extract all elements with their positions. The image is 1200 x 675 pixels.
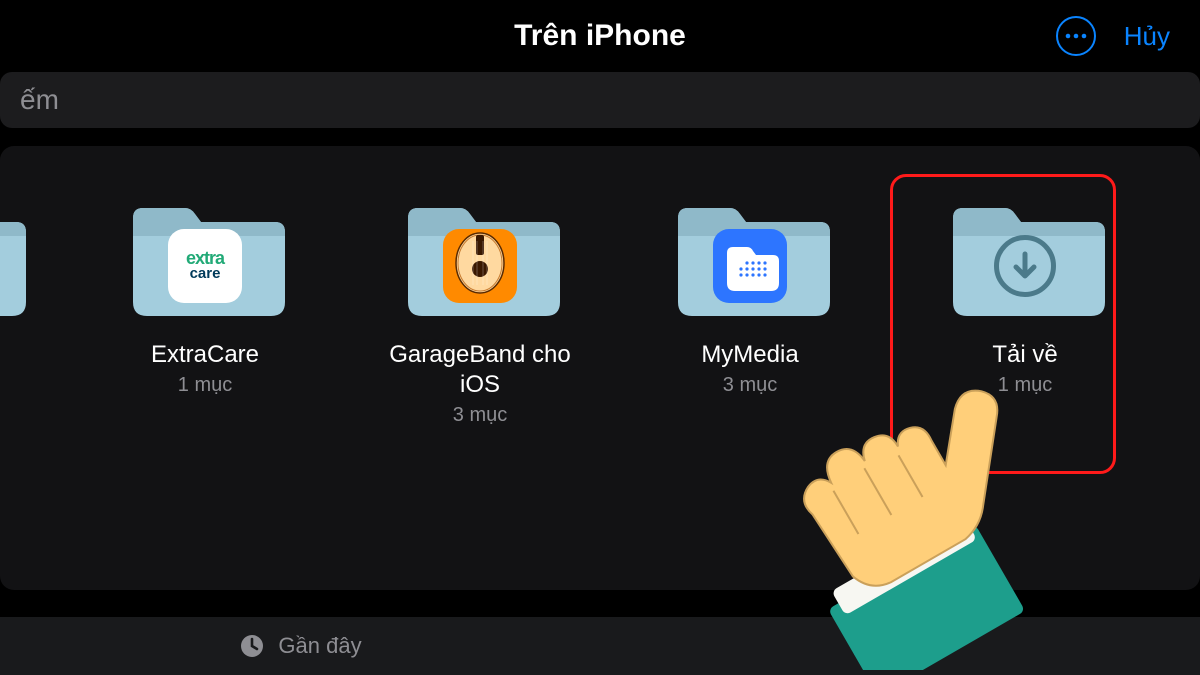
clock-icon [238,632,266,660]
folder-partial[interactable] [0,194,40,322]
folder-subtitle: 3 mục [453,404,507,427]
garageband-app-icon [443,229,517,303]
cancel-button[interactable]: Hủy [1124,21,1170,52]
header-bar: Trên iPhone Hủy [0,0,1200,72]
mymedia-app-icon [713,229,787,303]
folder-mymedia[interactable]: MyMedia 3 mục [630,194,870,397]
folder-tab-icon [851,632,879,660]
folder-icon [670,194,830,322]
folder-subtitle: 3 mục [723,374,777,397]
extracare-app-icon: extracare [168,229,242,303]
ellipsis-icon [1065,33,1087,39]
more-options-button[interactable] [1056,16,1096,56]
tab-recent[interactable]: Gần đây [0,617,600,675]
bottom-tab-bar: Gần đây Duyệt [0,617,1200,675]
search-input[interactable]: ếm [0,72,1200,128]
search-placeholder: ếm [20,84,59,116]
folder-label: MyMedia [701,340,798,370]
folder-label: GarageBand cho iOS [370,340,590,400]
tab-browse[interactable]: Duyệt [600,617,1200,675]
header-actions: Hủy [1056,0,1170,72]
tab-label: Duyệt [891,633,948,659]
content-area: extracare ExtraCare 1 mục [0,146,1200,590]
folder-garageband[interactable]: GarageBand cho iOS 3 mục [350,194,610,427]
folder-icon: extracare [125,194,285,322]
highlight-annotation [890,174,1116,474]
tab-label: Gần đây [278,633,361,659]
folder-icon [0,194,26,322]
folder-extracare[interactable]: extracare ExtraCare 1 mục [80,194,330,397]
folder-icon [400,194,560,322]
page-title: Trên iPhone [514,19,686,53]
folder-label: ExtraCare [151,340,259,370]
folder-subtitle: 1 mục [178,374,232,397]
